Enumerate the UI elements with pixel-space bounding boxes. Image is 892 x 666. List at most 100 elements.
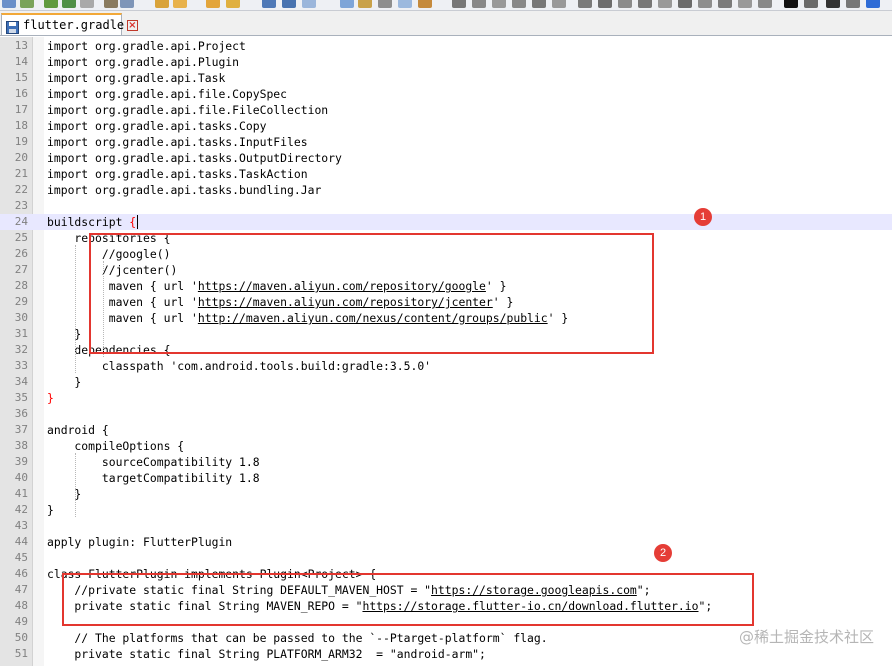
code-line[interactable]: 35} [0,390,892,406]
toolbar-button[interactable] [718,0,732,8]
close-tab-icon[interactable]: × [127,19,138,31]
toolbar-button[interactable] [80,0,94,8]
code-line[interactable]: 21 import org.gradle.api.tasks.TaskAction [0,166,892,182]
toolbar-button[interactable] [2,0,16,8]
code-line[interactable]: 33 classpath 'com.android.tools.build:gr… [0,358,892,374]
code-line[interactable]: 15 import org.gradle.api.Task [0,70,892,86]
toolbar-button[interactable] [378,0,392,8]
toolbar-button[interactable] [472,0,486,8]
line-number: 16 [14,87,28,100]
code-line[interactable]: 13 import org.gradle.api.Project [0,38,892,54]
code-line[interactable]: 40 targetCompatibility 1.8 [0,470,892,486]
code-text: import org.gradle.api.Project [47,39,246,53]
line-number: 29 [14,295,28,308]
line-number: 47 [14,583,28,596]
code-line[interactable]: 18 import org.gradle.api.tasks.Copy [0,118,892,134]
toolbar-button[interactable] [598,0,612,8]
toolbar-button[interactable] [784,0,798,8]
code-text: android { [47,423,109,437]
code-line[interactable]: 39 sourceCompatibility 1.8 [0,454,892,470]
line-number: 18 [14,119,28,132]
line-number: 22 [14,183,28,196]
code-text: buildscript { [47,215,139,229]
code-line[interactable]: 24 buildscript { [0,214,892,230]
toolbar-button[interactable] [418,0,432,8]
code-text: import org.gradle.api.tasks.InputFiles [47,135,308,149]
toolbar-button[interactable] [302,0,316,8]
toolbar-button[interactable] [262,0,276,8]
toolbar-button[interactable] [358,0,372,8]
toolbar-button[interactable] [44,0,58,8]
code-text: targetCompatibility 1.8 [47,471,260,485]
line-number: 26 [14,247,28,260]
toolbar-button[interactable] [206,0,220,8]
line-number: 28 [14,279,28,292]
code-text: import org.gradle.api.tasks.TaskAction [47,167,308,181]
line-number: 51 [14,647,28,660]
code-line[interactable]: 37 android { [0,422,892,438]
tab-label: flutter.gradle [23,18,125,32]
toolbar-button[interactable] [826,0,840,8]
tab-flutter-gradle[interactable]: flutter.gradle × [1,13,138,35]
code-line[interactable]: 42} [0,502,892,518]
code-line[interactable]: 45 [0,550,892,566]
toolbar-button[interactable] [512,0,526,8]
line-number: 20 [14,151,28,164]
code-line[interactable]: 34 } [0,374,892,390]
toolbar-button[interactable] [638,0,652,8]
toolbar-button[interactable] [552,0,566,8]
code-line[interactable]: 38 compileOptions { [0,438,892,454]
line-number: 41 [14,487,28,500]
toolbar-button[interactable] [846,0,860,8]
toolbar-button[interactable] [532,0,546,8]
code-editor[interactable]: 13 import org.gradle.api.Project 14 import … [0,37,892,666]
tab-bar: flutter.gradle × [0,11,892,36]
toolbar-button[interactable] [226,0,240,8]
code-line[interactable]: 44 apply plugin: FlutterPlugin [0,534,892,550]
toolbar-button[interactable] [678,0,692,8]
code-line[interactable]: 22 import org.gradle.api.tasks.bundling.J… [0,182,892,198]
annotation-box-repositories [89,233,654,354]
code-line[interactable]: 20 import org.gradle.api.tasks.OutputDire… [0,150,892,166]
toolbar-button[interactable] [340,0,354,8]
toolbar-button[interactable] [452,0,466,8]
line-number: 36 [14,407,28,420]
toolbar-button[interactable] [20,0,34,8]
toolbar-button[interactable] [398,0,412,8]
code-line[interactable]: 41 } [0,486,892,502]
code-line[interactable]: 16 import org.gradle.api.file.CopySpec [0,86,892,102]
toolbar-button[interactable] [120,0,134,8]
code-line[interactable]: 36 [0,406,892,422]
code-text: import org.gradle.api.file.FileCollectio… [47,103,329,117]
code-line[interactable]: 51 private static final String PLATFORM_… [0,646,892,662]
toolbar-button[interactable] [738,0,752,8]
code-line[interactable]: 19 import org.gradle.api.tasks.InputFiles [0,134,892,150]
toolbar-button[interactable] [173,0,187,8]
toolbar-button[interactable] [804,0,818,8]
toolbar-button[interactable] [62,0,76,8]
code-line[interactable]: 14 import org.gradle.api.Plugin [0,54,892,70]
toolbar-button[interactable] [282,0,296,8]
code-text: } [47,390,54,406]
toolbar-button[interactable] [866,0,880,8]
code-text: import org.gradle.api.Plugin [47,55,240,69]
toolbar-button[interactable] [492,0,506,8]
toolbar-button[interactable] [578,0,592,8]
code-text: } [47,487,82,501]
line-number: 30 [14,311,28,324]
toolbar-button[interactable] [618,0,632,8]
toolbar-button[interactable] [155,0,169,8]
toolbar-button[interactable] [758,0,772,8]
line-number: 49 [14,615,28,628]
save-icon [6,19,19,34]
line-number: 33 [14,359,28,372]
toolbar-button[interactable] [104,0,118,8]
code-line[interactable]: 17 import org.gradle.api.file.FileCollect… [0,102,892,118]
code-text: private static final String PLATFORM_ARM… [47,647,486,661]
line-number: 38 [14,439,28,452]
code-line[interactable]: 43 [0,518,892,534]
toolbar-button[interactable] [698,0,712,8]
toolbar-button[interactable] [658,0,672,8]
line-number: 35 [14,391,28,404]
code-line[interactable]: 23 [0,198,892,214]
